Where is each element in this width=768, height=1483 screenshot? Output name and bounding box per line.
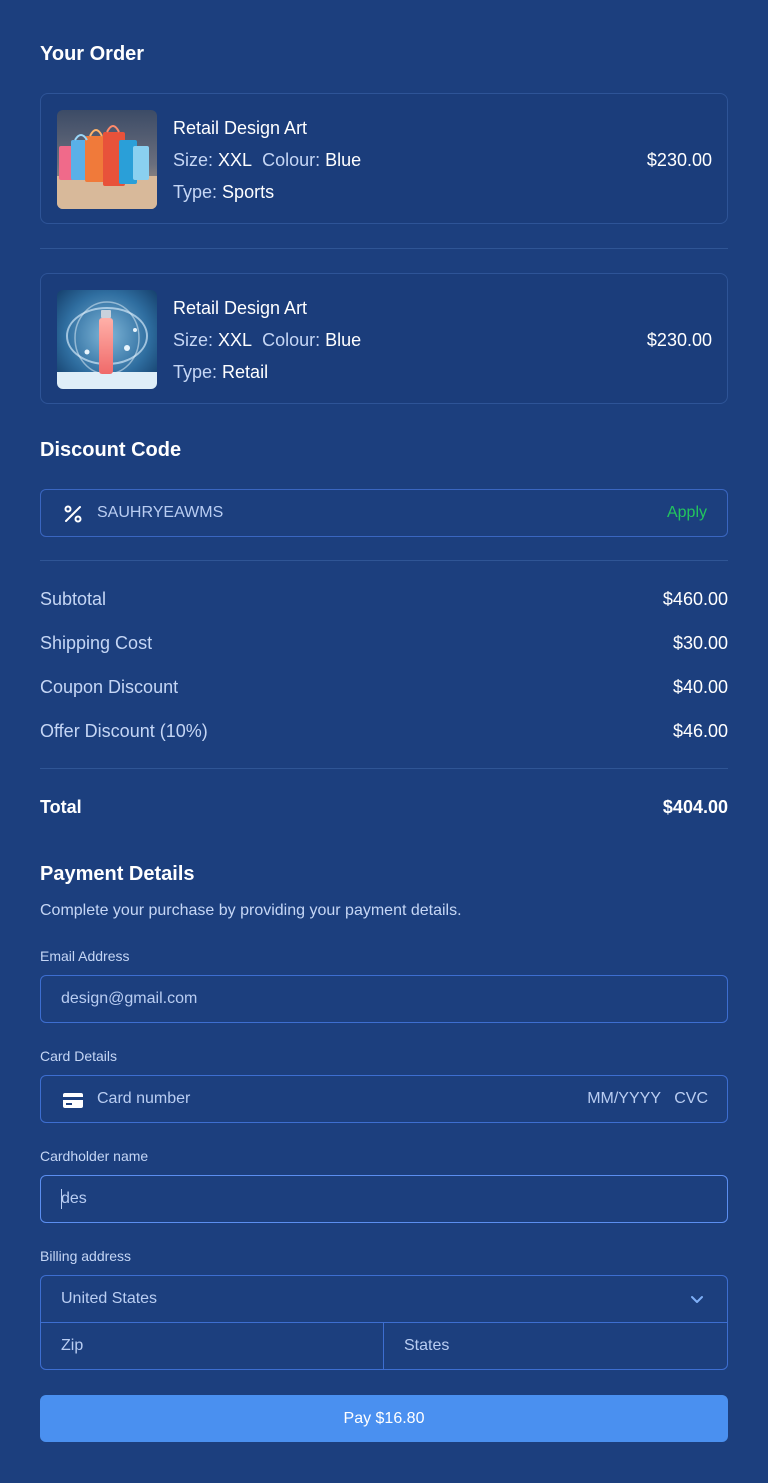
country-select[interactable]: United States [41, 1276, 727, 1323]
card-number-input[interactable]: Card number [97, 1090, 190, 1108]
total-value: $404.00 [662, 797, 728, 817]
total-label: Total [40, 797, 82, 817]
expiry-input[interactable]: MM/YYYY [587, 1090, 661, 1108]
shipping-label: Shipping Cost [40, 633, 153, 653]
type-value: Retail [222, 362, 269, 382]
type-label: Type: [173, 182, 218, 202]
order-item: Retail Design Art Size: XXL Colour: Blue… [40, 273, 728, 404]
coupon-value: $40.00 [672, 677, 728, 697]
size-value: XXL [218, 330, 253, 350]
colour-value: Blue [325, 150, 362, 170]
item-price: $230.00 [646, 330, 712, 350]
shipping-value: $30.00 [672, 633, 728, 653]
payment-subtitle: Complete your purchase by providing your… [40, 902, 462, 919]
order-title: Your Order [40, 43, 145, 65]
cardholder-field[interactable]: des [40, 1175, 728, 1223]
email-field[interactable]: design@gmail.com [40, 975, 728, 1023]
credit-card-icon [61, 1088, 85, 1112]
discount-title: Discount Code [40, 439, 182, 461]
state-placeholder: States [404, 1337, 450, 1354]
percent-icon [61, 502, 85, 526]
subtotal-value: $460.00 [662, 589, 728, 609]
billing-label: Billing address [40, 1248, 132, 1264]
cardholder-value: des [61, 1190, 87, 1207]
item-name: Retail Design Art [173, 298, 308, 318]
item-price: $230.00 [646, 150, 712, 170]
item-name: Retail Design Art [173, 118, 308, 138]
offer-label: Offer Discount (10%) [40, 721, 208, 741]
zip-input[interactable]: Zip [41, 1323, 384, 1369]
state-input[interactable]: States [384, 1323, 727, 1369]
divider [40, 560, 728, 561]
apply-button[interactable]: Apply [667, 504, 707, 522]
subtotal-label: Subtotal [40, 589, 107, 609]
email-value: design@gmail.com [61, 990, 198, 1007]
colour-label: Colour: [262, 330, 321, 350]
cvc-input[interactable]: CVC [674, 1090, 708, 1108]
discount-code-value: SAUHRYEAWMS [97, 504, 224, 521]
discount-code-field[interactable]: SAUHRYEAWMS Apply [40, 489, 728, 537]
type-value: Sports [222, 182, 275, 202]
product-image [57, 110, 157, 209]
cardholder-label: Cardholder name [40, 1148, 149, 1164]
type-label: Type: [173, 362, 218, 382]
zip-placeholder: Zip [61, 1337, 84, 1354]
divider [40, 768, 728, 769]
email-label: Email Address [40, 948, 130, 964]
size-label: Size: [173, 150, 214, 170]
pay-button[interactable]: Pay $16.80 [40, 1395, 728, 1442]
card-label: Card Details [40, 1048, 118, 1064]
divider [40, 248, 728, 249]
item-size-colour: Size: XXL Colour: Blue [173, 330, 361, 351]
item-type: Type: Retail [173, 362, 268, 383]
payment-title: Payment Details [40, 863, 195, 885]
size-label: Size: [173, 330, 214, 350]
billing-address-group: United States Zip States [40, 1275, 728, 1370]
card-details-field: Card number MM/YYYY CVC [40, 1075, 728, 1123]
chevron-down-icon [687, 1290, 707, 1310]
offer-value: $46.00 [672, 721, 728, 741]
product-image [57, 290, 157, 389]
country-value: United States [61, 1290, 158, 1307]
item-size-colour: Size: XXL Colour: Blue [173, 150, 361, 171]
coupon-label: Coupon Discount [40, 677, 179, 697]
order-item: Retail Design Art Size: XXL Colour: Blue… [40, 93, 728, 224]
item-type: Type: Sports [173, 182, 274, 203]
colour-value: Blue [325, 330, 362, 350]
size-value: XXL [218, 150, 253, 170]
colour-label: Colour: [262, 150, 321, 170]
